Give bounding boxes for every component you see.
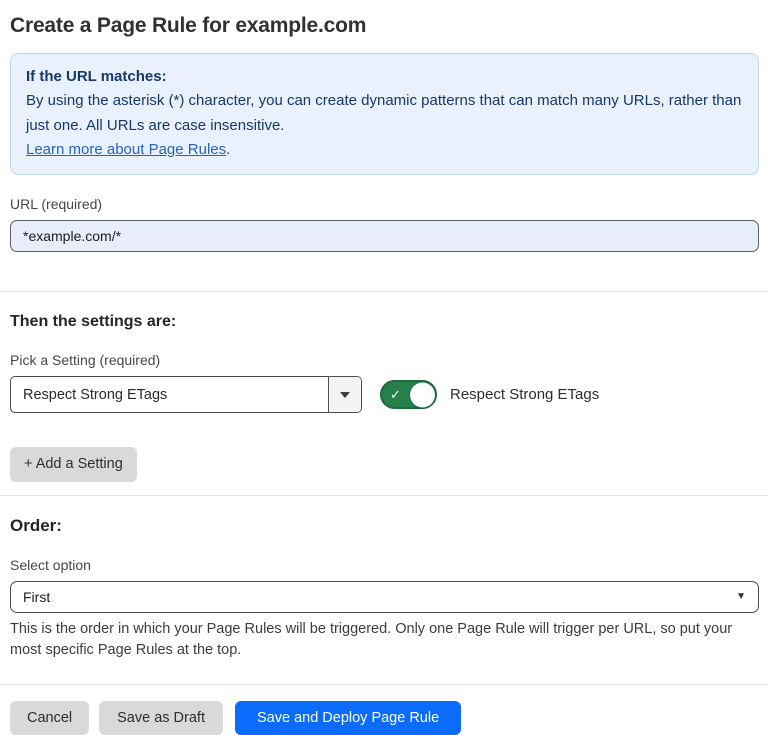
pick-setting-label: Pick a Setting (required) xyxy=(10,352,759,368)
order-help-text: This is the order in which your Page Rul… xyxy=(10,619,755,663)
learn-more-link[interactable]: Learn more about Page Rules xyxy=(26,141,226,158)
save-and-deploy-button[interactable]: Save and Deploy Page Rule xyxy=(235,701,461,735)
cancel-button[interactable]: Cancel xyxy=(10,701,89,735)
setting-dropdown-button[interactable] xyxy=(328,377,361,412)
setting-toggle[interactable]: ✓ xyxy=(380,380,437,409)
info-box-body: By using the asterisk (*) character, you… xyxy=(26,89,743,138)
check-icon: ✓ xyxy=(390,388,401,401)
page-rule-form: Create a Page Rule for example.com If th… xyxy=(0,0,769,735)
settings-heading: Then the settings are: xyxy=(10,313,759,331)
chevron-down-icon: ▼ xyxy=(736,591,746,602)
url-match-info-box: If the URL matches: By using the asteris… xyxy=(10,53,759,175)
toggle-knob xyxy=(410,382,435,407)
order-select[interactable]: First ▼ xyxy=(10,581,759,613)
save-as-draft-button[interactable]: Save as Draft xyxy=(99,701,223,735)
link-suffix: . xyxy=(226,141,230,158)
url-field-label: URL (required) xyxy=(10,196,759,212)
info-box-heading: If the URL matches: xyxy=(26,65,743,89)
order-select-label: Select option xyxy=(10,557,759,573)
setting-dropdown-value: Respect Strong ETags xyxy=(11,377,328,412)
setting-row: Respect Strong ETags ✓ Respect Strong ET… xyxy=(10,376,759,413)
section-divider xyxy=(0,684,769,685)
section-divider xyxy=(0,495,769,496)
page-title: Create a Page Rule for example.com xyxy=(10,14,759,38)
form-actions: Cancel Save as Draft Save and Deploy Pag… xyxy=(10,701,759,735)
order-heading: Order: xyxy=(10,516,759,536)
setting-dropdown[interactable]: Respect Strong ETags xyxy=(10,376,362,413)
add-setting-button[interactable]: + Add a Setting xyxy=(10,447,137,482)
section-divider xyxy=(0,291,769,292)
url-input[interactable] xyxy=(10,220,759,252)
setting-toggle-label: Respect Strong ETags xyxy=(450,386,599,403)
info-box-link-line: Learn more about Page Rules. xyxy=(26,138,743,162)
chevron-down-icon xyxy=(340,392,350,398)
order-select-value: First xyxy=(23,589,50,605)
